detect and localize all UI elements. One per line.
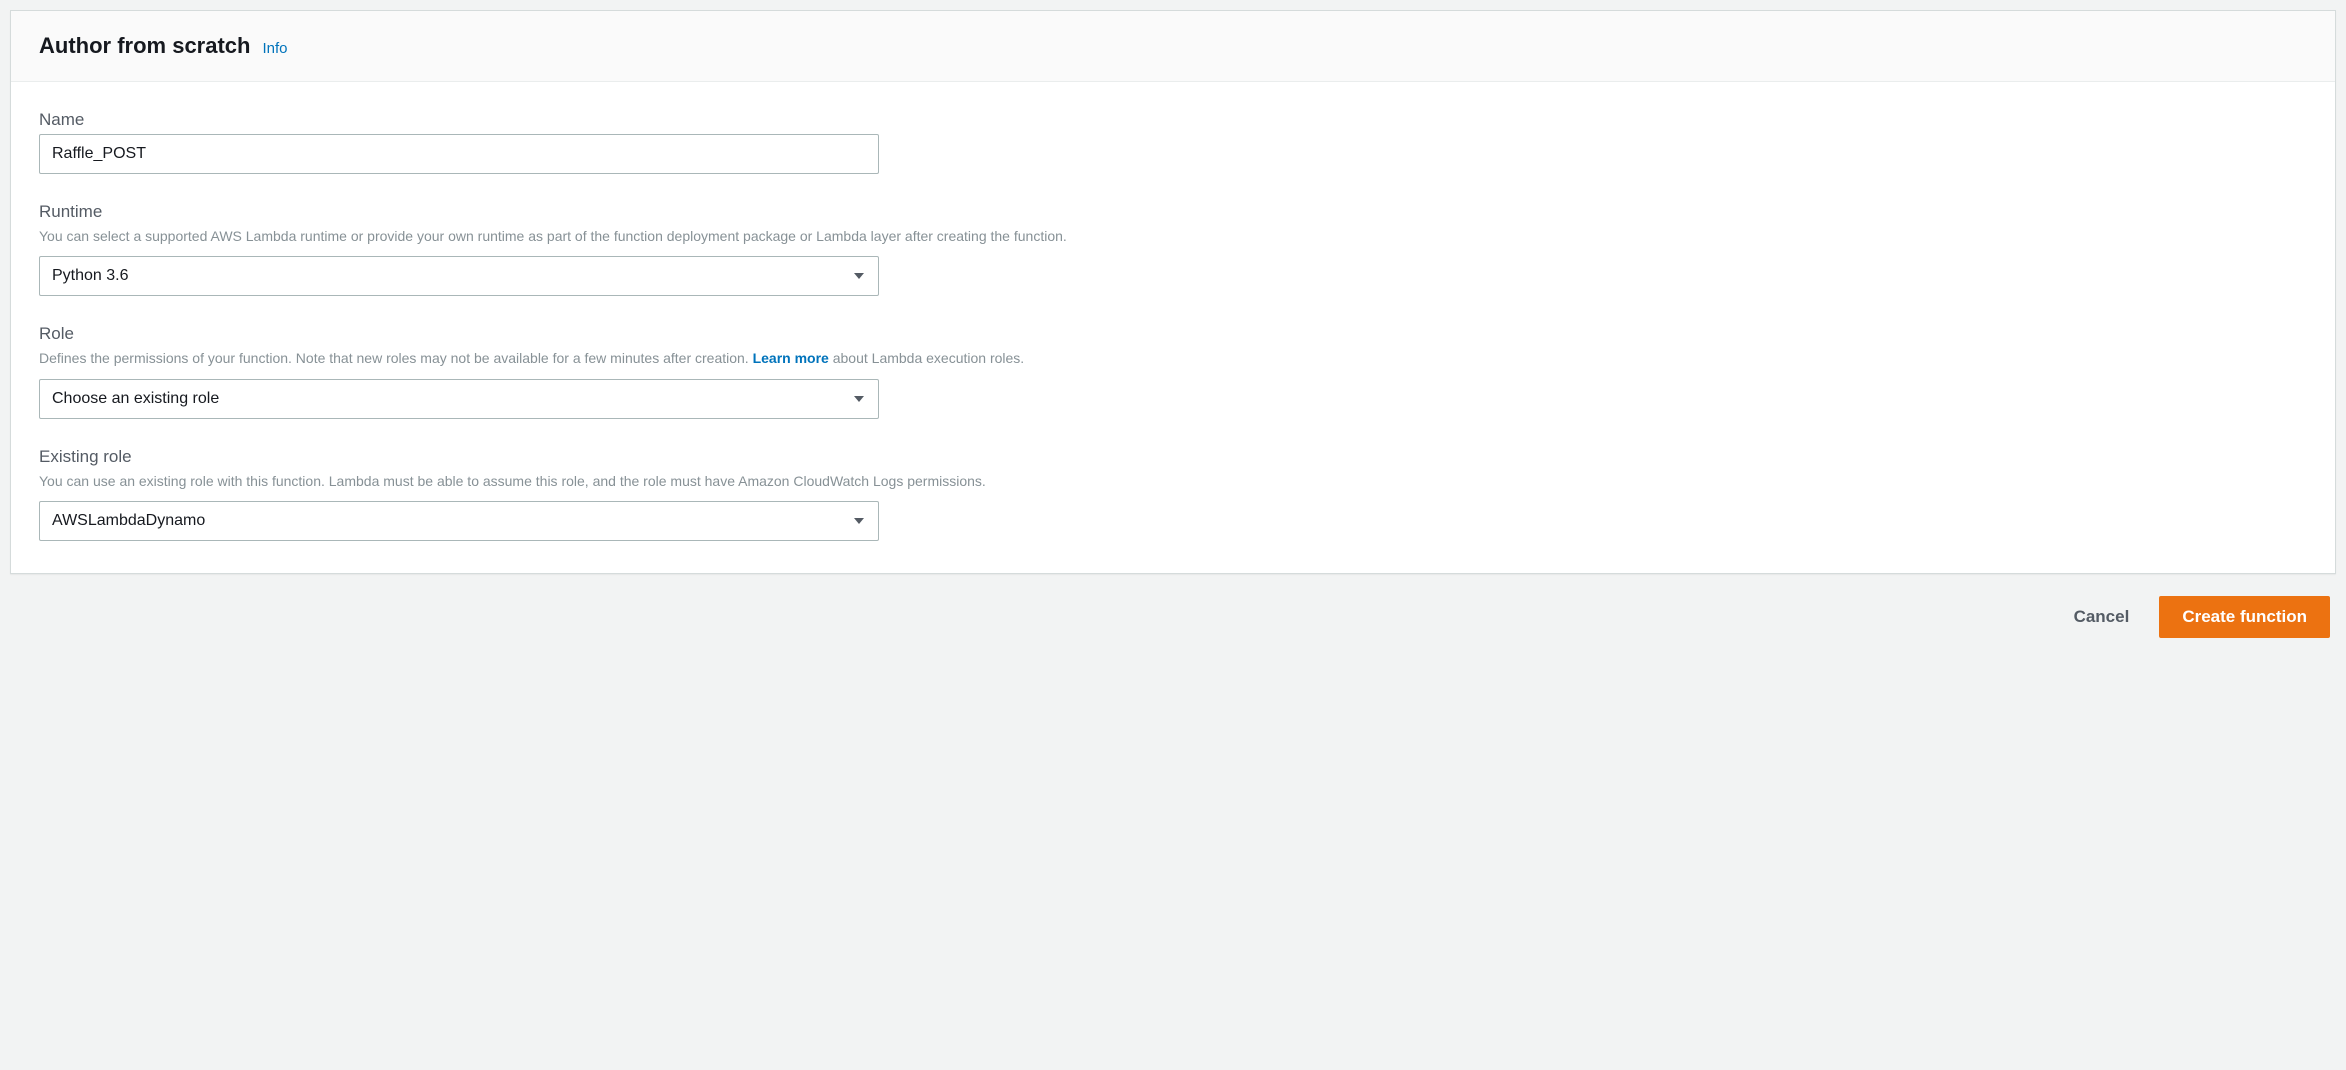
panel-title: Author from scratch	[39, 33, 250, 59]
role-hint-before: Defines the permissions of your function…	[39, 350, 753, 366]
role-select-wrap: Choose an existing role	[39, 379, 879, 419]
existing-role-group: Existing role You can use an existing ro…	[39, 447, 1183, 541]
create-function-button[interactable]: Create function	[2159, 596, 2330, 638]
existing-role-select[interactable]: AWSLambdaDynamo	[39, 501, 879, 541]
name-group: Name	[39, 110, 1183, 174]
runtime-select[interactable]: Python 3.6	[39, 256, 879, 296]
name-label: Name	[39, 110, 1183, 130]
role-hint-after: about Lambda execution roles.	[829, 350, 1024, 366]
runtime-hint: You can select a supported AWS Lambda ru…	[39, 226, 1183, 246]
runtime-group: Runtime You can select a supported AWS L…	[39, 202, 1183, 296]
panel-body: Name Runtime You can select a supported …	[11, 82, 1211, 573]
name-input[interactable]	[39, 134, 879, 174]
info-link[interactable]: Info	[262, 40, 287, 57]
author-panel: Author from scratch Info Name Runtime Yo…	[10, 10, 2336, 574]
runtime-label: Runtime	[39, 202, 1183, 222]
actions-bar: Cancel Create function	[10, 574, 2336, 644]
existing-role-hint: You can use an existing role with this f…	[39, 471, 1183, 491]
existing-role-select-wrap: AWSLambdaDynamo	[39, 501, 879, 541]
existing-role-label: Existing role	[39, 447, 1183, 467]
cancel-button[interactable]: Cancel	[2062, 597, 2142, 637]
learn-more-link[interactable]: Learn more	[753, 350, 829, 366]
panel-header: Author from scratch Info	[11, 11, 2335, 82]
runtime-select-wrap: Python 3.6	[39, 256, 879, 296]
role-select[interactable]: Choose an existing role	[39, 379, 879, 419]
role-hint: Defines the permissions of your function…	[39, 348, 1183, 368]
role-group: Role Defines the permissions of your fun…	[39, 324, 1183, 418]
role-label: Role	[39, 324, 1183, 344]
